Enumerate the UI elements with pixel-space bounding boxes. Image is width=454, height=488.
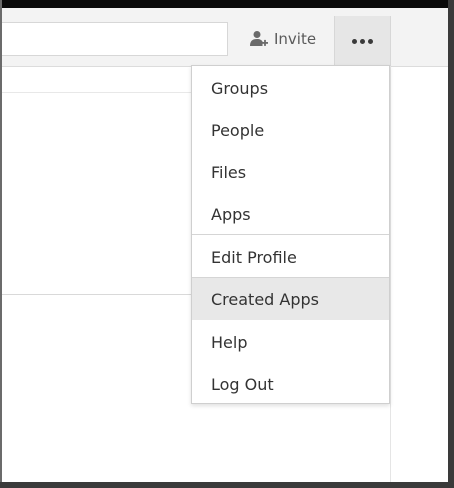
- menu-item-people[interactable]: People: [192, 109, 389, 151]
- menu-item-edit-profile[interactable]: Edit Profile: [192, 236, 389, 278]
- menu-item-log-out[interactable]: Log Out: [192, 363, 389, 405]
- invite-button[interactable]: Invite: [248, 22, 316, 56]
- add-user-icon: [248, 29, 268, 49]
- menu-item-label: Log Out: [211, 374, 274, 394]
- menu-item-help[interactable]: Help: [192, 321, 389, 363]
- app-window: Invite Groups People Files Apps Edit Pro…: [0, 0, 454, 488]
- window-right-edge: [448, 0, 454, 488]
- search-input[interactable]: [2, 22, 228, 56]
- menu-item-label: People: [211, 120, 265, 140]
- menu-item-label: Edit Profile: [211, 247, 297, 267]
- more-options-button[interactable]: [334, 16, 391, 66]
- window-bottom-edge: [0, 482, 454, 488]
- menu-item-label: Files: [211, 162, 247, 182]
- menu-item-apps[interactable]: Apps: [192, 193, 389, 235]
- menu-item-files[interactable]: Files: [192, 151, 389, 193]
- menu-item-label: Apps: [211, 204, 251, 224]
- window-top-edge: [0, 0, 454, 8]
- menu-item-groups[interactable]: Groups: [192, 67, 389, 109]
- more-dots-icon: [352, 38, 373, 44]
- invite-label: Invite: [274, 30, 317, 48]
- menu-separator: [192, 234, 389, 235]
- content-divider: [2, 92, 192, 93]
- right-panel-divider: [390, 66, 391, 482]
- top-bar: Invite: [2, 8, 448, 67]
- options-dropdown-menu: Groups People Files Apps Edit Profile Cr…: [191, 65, 390, 404]
- menu-item-label: Help: [211, 332, 248, 352]
- menu-item-created-apps[interactable]: Created Apps: [192, 278, 389, 320]
- menu-item-label: Created Apps: [211, 289, 319, 309]
- menu-item-label: Groups: [211, 78, 269, 98]
- content-divider: [2, 294, 192, 295]
- window-left-edge: [0, 0, 2, 488]
